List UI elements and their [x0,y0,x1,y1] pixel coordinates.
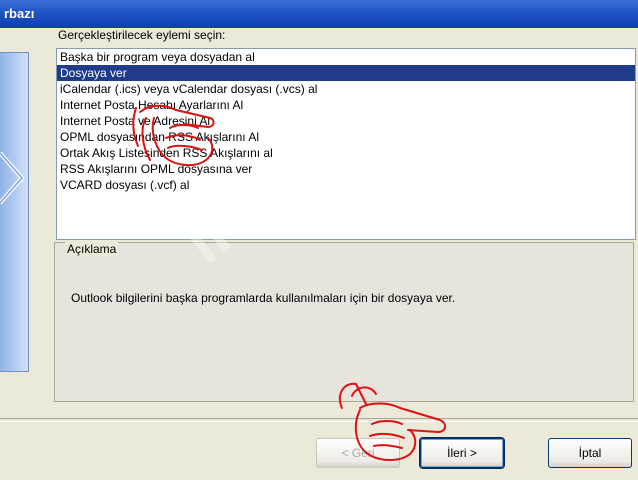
footer-divider [0,418,638,422]
action-list-item[interactable]: Başka bir program veya dosyadan al [57,49,635,65]
back-button[interactable]: < Geri [316,438,400,468]
next-button[interactable]: İleri > [420,438,504,468]
description-text: Outlook bilgilerini başka programlarda k… [71,291,456,305]
action-list-item[interactable]: VCARD dosyası (.vcf) al [57,177,635,193]
action-list-item[interactable]: Dosyaya ver [57,65,635,81]
action-list-item[interactable]: Internet Posta ve Adresini Al [57,113,635,129]
wizard-side-panel [0,52,29,372]
action-list-item[interactable]: iCalendar (.ics) veya vCalendar dosyası … [57,81,635,97]
action-list-item[interactable]: Ortak Akış Listesinden RSS Akışlarını al [57,145,635,161]
action-prompt-label: Gerçekleştirilecek eylemi seçin: [58,28,226,42]
action-list-item[interactable]: RSS Akışlarını OPML dosyasına ver [57,161,635,177]
action-list-items: Başka bir program veya dosyadan al Dosyay… [57,49,635,193]
title-bar: rbazı [0,0,638,28]
cancel-button[interactable]: İptal [548,438,632,468]
action-list[interactable]: Başka bir program veya dosyadan al Dosyay… [56,48,636,240]
action-list-item[interactable]: OPML dosyasından RSS Akışlarını Al [57,129,635,145]
action-list-item[interactable]: Internet Posta Hesabı Ayarlarını Al [57,97,635,113]
description-group: Açıklama Outlook bilgilerini başka progr… [54,242,634,402]
description-legend: Açıklama [65,242,119,256]
window-title: rbazı [4,6,35,21]
wizard-arrow-icon [0,151,25,205]
